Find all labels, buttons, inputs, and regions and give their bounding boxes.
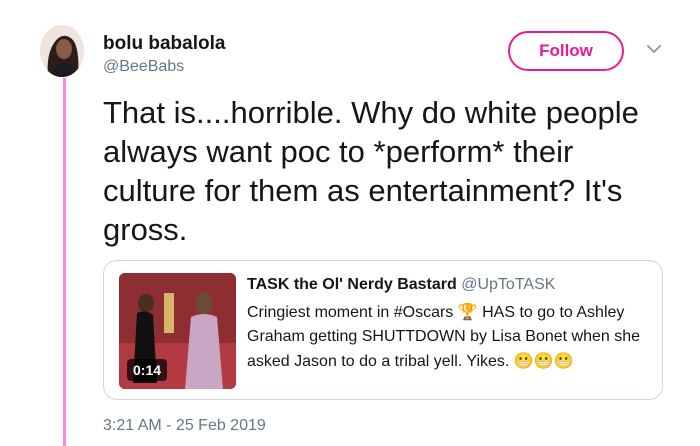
tweet-text: That is....horrible. Why do white people…	[103, 95, 639, 247]
thread-line	[63, 78, 66, 446]
author-display-name[interactable]: bolu babalola	[103, 33, 225, 55]
tweet-timestamp[interactable]: 3:21 AM - 25 Feb 2019	[103, 417, 266, 435]
video-duration: 0:14	[127, 359, 168, 381]
quoted-tweet-card[interactable]: 0:14 TASK the Ol' Nerdy Bastard @UpToTAS…	[103, 260, 663, 400]
avatar[interactable]	[40, 25, 84, 77]
grimace-emojis: 😬😬😬	[513, 351, 574, 370]
quoted-text-part-1: Cringiest moment in #Oscars	[247, 304, 458, 321]
quoted-tweet-header: TASK the Ol' Nerdy Bastard @UpToTASK	[247, 276, 555, 294]
quoted-display-name[interactable]: TASK the Ol' Nerdy Bastard	[247, 276, 457, 293]
author-handle[interactable]: @BeeBabs	[103, 58, 184, 76]
quoted-handle[interactable]: @UpToTASK	[461, 276, 555, 293]
video-thumbnail[interactable]: 0:14	[119, 273, 236, 389]
quoted-tweet-text: Cringiest moment in #Oscars 🏆 HAS to go …	[247, 300, 652, 374]
trophy-emoji: 🏆	[457, 302, 478, 321]
chevron-down-icon[interactable]	[646, 42, 662, 56]
follow-button[interactable]: Follow	[508, 31, 624, 71]
